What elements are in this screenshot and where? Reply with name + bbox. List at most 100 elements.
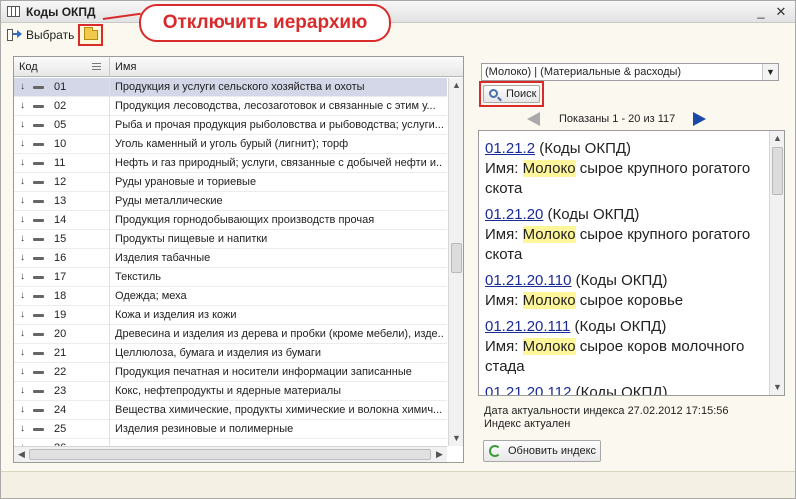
row-code: 19 (54, 309, 67, 321)
row-code: 12 (54, 176, 67, 188)
item-icon (33, 257, 44, 260)
item-icon (33, 371, 44, 374)
expand-arrow-icon[interactable]: ↓ (20, 157, 25, 168)
close-icon[interactable]: ✕ (773, 4, 789, 20)
table-row[interactable]: ↓ 10 Уголь каменный и уголь бурый (лигнит)… (14, 135, 447, 154)
item-icon (33, 295, 44, 298)
column-header-code[interactable]: Код (14, 57, 110, 77)
table-row[interactable]: ↓ 22 Продукция печатная и носители информа… (14, 363, 447, 382)
table-row[interactable]: ↓ 15 Продукты пищевые и напитки (14, 230, 447, 249)
expand-arrow-icon[interactable]: ↓ (20, 100, 25, 111)
result-highlight: Молоко (522, 292, 576, 309)
next-page-icon[interactable] (693, 112, 706, 126)
table-vertical-scrollbar[interactable]: ▲ ▼ (448, 78, 463, 446)
result-type: (Коды ОКПД) (543, 206, 640, 223)
item-icon (33, 200, 44, 203)
row-code: 18 (54, 290, 67, 302)
table-row[interactable]: ↓ 05 Рыба и прочая продукция рыболовства и… (14, 116, 447, 135)
table-row[interactable]: ↓ 18 Одежда; меха (14, 287, 447, 306)
table-row[interactable]: ↓ 11 Нефть и газ природный; услуги, связан… (14, 154, 447, 173)
sort-icon (92, 63, 101, 70)
search-button[interactable]: Поиск (479, 81, 544, 107)
row-name: Древесина и изделия из дерева и пробки (… (115, 328, 443, 340)
results-scrollbar[interactable]: ▲ ▼ (769, 131, 784, 395)
expand-arrow-icon[interactable]: ↓ (20, 138, 25, 149)
result-highlight: Молоко (522, 160, 576, 177)
toolbar: Выбрать (1, 23, 795, 47)
expand-arrow-icon[interactable]: ↓ (20, 233, 25, 244)
scroll-thumb[interactable] (29, 449, 431, 460)
expand-arrow-icon[interactable]: ↓ (20, 309, 25, 320)
table-row[interactable]: ↓26 (14, 439, 447, 446)
scroll-down-icon[interactable]: ▼ (451, 433, 462, 444)
item-icon (33, 352, 44, 355)
expand-arrow-icon[interactable]: ↓ (20, 290, 25, 301)
item-icon (33, 409, 44, 412)
row-name: Руды урановые и ториевые (115, 176, 257, 188)
table-row[interactable]: ↓ 21 Целлюлоза, бумага и изделия из бумаги (14, 344, 447, 363)
search-results: 01.21.2 (Коды ОКПД) Имя: Молоко сырое кру… (478, 130, 785, 396)
table-horizontal-scrollbar[interactable]: ◀ ▶ (14, 446, 447, 462)
table-row[interactable]: ↓ 13 Руды металлические (14, 192, 447, 211)
result-code-link[interactable]: 01.21.20.110 (485, 272, 571, 289)
expand-arrow-icon[interactable]: ↓ (20, 347, 25, 358)
table-row[interactable]: ↓ 14 Продукция горнодобывающих производств… (14, 211, 447, 230)
table-row[interactable]: ↓ 24 Вещества химические, продукты химичес… (14, 401, 447, 420)
result-code-link[interactable]: 01.21.20.111 (485, 318, 570, 335)
item-icon (33, 276, 44, 279)
table-row[interactable]: ↓ 23 Кокс, нефтепродукты и ядерные материа… (14, 382, 447, 401)
scroll-thumb[interactable] (451, 243, 462, 273)
expand-arrow-icon[interactable]: ↓ (20, 328, 25, 339)
expand-arrow-icon[interactable]: ↓ (20, 176, 25, 187)
expand-arrow-icon[interactable]: ↓ (20, 214, 25, 225)
scroll-up-icon[interactable]: ▲ (772, 133, 783, 144)
expand-arrow-icon[interactable]: ↓ (20, 252, 25, 263)
item-icon (33, 124, 44, 127)
table-row[interactable]: ↓ 19 Кожа и изделия из кожи (14, 306, 447, 325)
window-icon (7, 6, 20, 17)
row-name: Продукция горнодобывающих производств пр… (115, 214, 375, 226)
expand-arrow-icon[interactable]: ↓ (20, 404, 25, 415)
row-name: Продукция и услуги сельского хозяйства и… (115, 81, 365, 93)
table-row[interactable]: ↓ 25 Изделия резиновые и полимерные (14, 420, 447, 439)
select-button[interactable]: Выбрать (6, 27, 74, 43)
expand-arrow-icon[interactable]: ↓ (20, 119, 25, 130)
expand-arrow-icon[interactable]: ↓ (20, 195, 25, 206)
chevron-down-icon[interactable]: ▼ (762, 64, 778, 80)
table-header: Код Имя (14, 57, 463, 77)
scroll-down-icon[interactable]: ▼ (772, 382, 783, 393)
expand-arrow-icon[interactable]: ↓ (20, 423, 25, 434)
result-code-link[interactable]: 01.21.20.112 (485, 384, 571, 395)
refresh-index-button[interactable]: Обновить индекс (483, 440, 601, 462)
minimize-icon[interactable]: _ (753, 4, 769, 20)
title-bar: Коды ОКПД _ ✕ (1, 1, 795, 23)
row-name: Руды металлические (115, 195, 223, 207)
row-code: 17 (54, 271, 67, 283)
scroll-up-icon[interactable]: ▲ (451, 80, 462, 91)
table-row[interactable]: ↓ 02 Продукция лесоводства, лесозаготовок … (14, 97, 447, 116)
table-row[interactable]: ↓ 12 Руды урановые и ториевые (14, 173, 447, 192)
toggle-hierarchy-button[interactable] (78, 24, 103, 46)
result-code-link[interactable]: 01.21.20 (485, 206, 543, 223)
folder-icon (84, 27, 98, 40)
table-row[interactable]: ↓ 16 Изделия табачные (14, 249, 447, 268)
item-icon (33, 86, 44, 89)
result-code-link[interactable]: 01.21.2 (485, 140, 535, 157)
result-highlight: Молоко (522, 226, 576, 243)
row-code: 21 (54, 347, 67, 359)
column-header-name[interactable]: Имя (110, 57, 448, 77)
scroll-left-icon[interactable]: ◀ (16, 449, 27, 460)
scroll-thumb[interactable] (772, 147, 783, 195)
previous-page-icon[interactable] (527, 112, 540, 126)
table-row[interactable]: ↓ 01 Продукция и услуги сельского хозяйств… (14, 78, 447, 97)
expand-arrow-icon[interactable]: ↓ (20, 81, 25, 92)
scroll-right-icon[interactable]: ▶ (434, 449, 445, 460)
search-query-combobox[interactable]: (Молоко) | (Материальные & расходы) ▼ (481, 63, 779, 81)
item-icon (33, 181, 44, 184)
table-row[interactable]: ↓ 20 Древесина и изделия из дерева и пробк… (14, 325, 447, 344)
row-name: Вещества химические, продукты химические… (115, 404, 443, 416)
expand-arrow-icon[interactable]: ↓ (20, 271, 25, 282)
expand-arrow-icon[interactable]: ↓ (20, 385, 25, 396)
table-row[interactable]: ↓ 17 Текстиль (14, 268, 447, 287)
expand-arrow-icon[interactable]: ↓ (20, 366, 25, 377)
